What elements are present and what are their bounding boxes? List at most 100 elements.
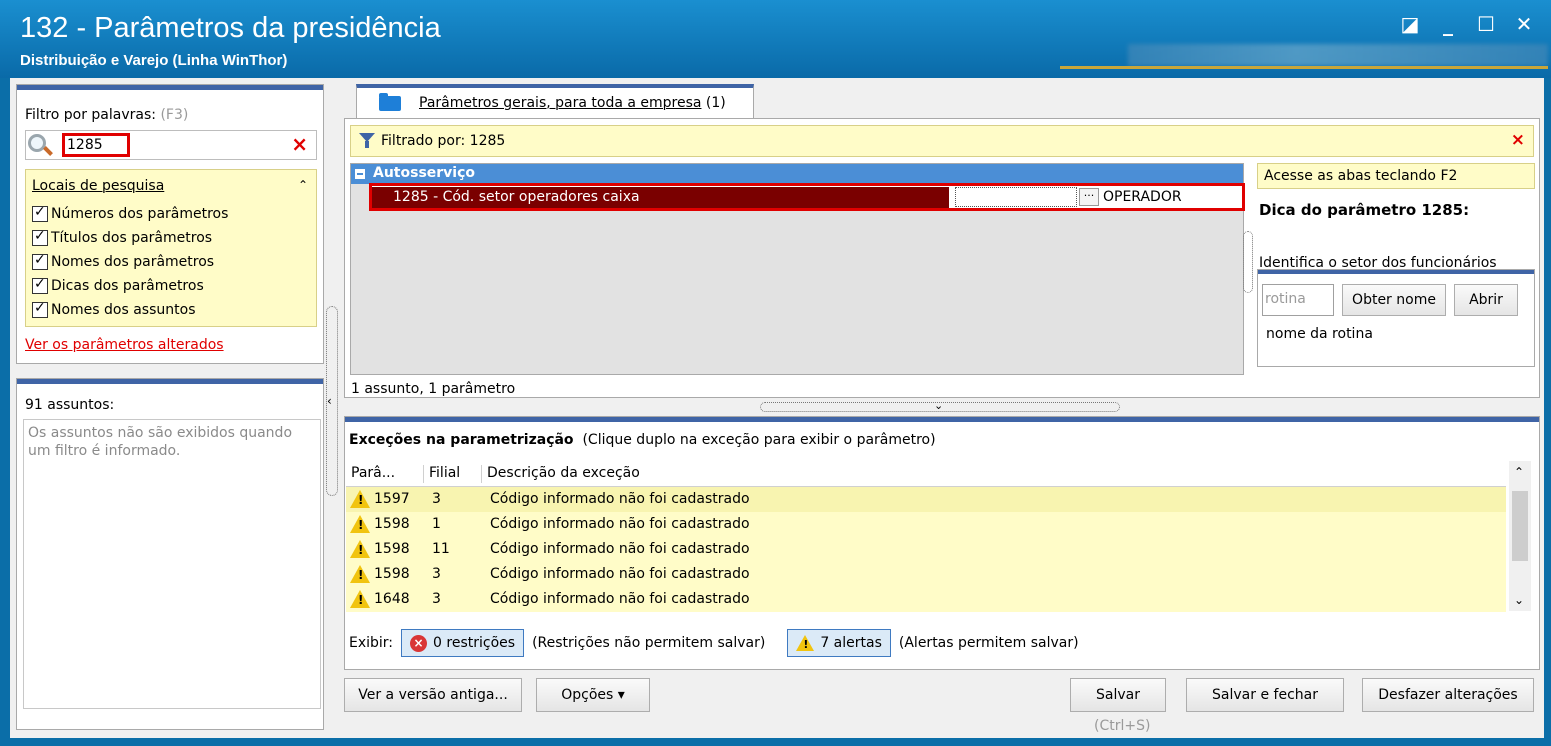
minimize-icon[interactable]: _ [1437, 12, 1459, 36]
checkbox-label: Dicas dos parâmetros [51, 278, 204, 294]
tip-splitter[interactable] [1243, 231, 1253, 293]
table-row[interactable]: 1597 3 Código informado não foi cadastra… [346, 487, 1506, 512]
table-row[interactable]: 1598 3 Código informado não foi cadastra… [346, 562, 1506, 587]
col-description[interactable]: Descrição da exceção [482, 465, 1502, 483]
group-header-autosservico[interactable]: Autosserviço [351, 164, 1243, 184]
cell-param: 1648 [374, 591, 410, 607]
subjects-count: 91 assuntos: [25, 397, 115, 413]
col-filial[interactable]: Filial [424, 465, 482, 483]
remove-filter-icon[interactable]: × [1511, 130, 1525, 150]
checkbox-label: Nomes dos assuntos [51, 302, 196, 318]
group-label: Autosserviço [373, 165, 476, 181]
panel-accent-bar [17, 379, 323, 384]
checkbox-assuntos[interactable]: Nomes dos assuntos [32, 300, 196, 318]
alerts-note: (Alertas permitem salvar) [898, 635, 1079, 651]
table-scrollbar[interactable]: ⌃ ⌄ [1509, 461, 1531, 611]
table-row[interactable]: 1598 11 Código informado não foi cadastr… [346, 537, 1506, 562]
cell-desc: Código informado não foi cadastrado [490, 491, 750, 507]
window-controls: ◪ _ ☐ ✕ [1399, 12, 1535, 36]
cell-filial: 3 [432, 491, 441, 507]
restrictions-toggle[interactable]: × 0 restrições [401, 629, 525, 657]
checkbox-label: Títulos dos parâmetros [51, 230, 213, 246]
cell-param: 1598 [374, 541, 410, 557]
rotina-name-label: nome da rotina [1266, 326, 1373, 342]
alerts-toggle[interactable]: 7 alertas [787, 629, 891, 657]
warning-icon [350, 490, 370, 508]
search-field[interactable]: 1285 × [25, 130, 317, 160]
alerts-label: 7 alertas [820, 635, 882, 651]
warning-icon [796, 635, 815, 651]
checkbox-nomes[interactable]: Nomes dos parâmetros [32, 252, 215, 270]
checkbox-icon[interactable] [32, 204, 48, 222]
params-grid[interactable]: Autosserviço 1285 - Cód. setor operadore… [350, 163, 1245, 375]
table-row[interactable]: 1598 1 Código informado não foi cadastra… [346, 512, 1506, 537]
changed-params-link[interactable]: Ver os parâmetros alterados [25, 337, 224, 353]
collapse-box-icon[interactable] [355, 169, 365, 179]
window-subtitle: Distribuição e Varejo (Linha WinThor) [20, 52, 288, 69]
scroll-up-icon[interactable]: ⌃ [1514, 465, 1524, 479]
tab-label: Parâmetros gerais, para toda a empresa (… [419, 95, 726, 111]
chevron-down-icon[interactable]: ⌄ [934, 399, 943, 412]
scroll-thumb[interactable] [1512, 491, 1528, 561]
filter-label-text: Filtro por palavras: [25, 107, 156, 123]
checkbox-icon[interactable] [32, 300, 48, 318]
checkbox-icon[interactable] [32, 276, 48, 294]
search-locations-title[interactable]: Locais de pesquisa [32, 178, 164, 194]
save-button[interactable]: Salvar [1070, 678, 1166, 712]
exceptions-title-text: Exceções na parametrização [349, 432, 574, 448]
title-bar: 132 - Parâmetros da presidência Distribu… [0, 0, 1551, 78]
cell-desc: Código informado não foi cadastrado [490, 566, 750, 582]
panel-accent-bar [345, 417, 1539, 422]
checkbox-dicas[interactable]: Dicas dos parâmetros [32, 276, 204, 294]
subjects-list[interactable]: Os assuntos não são exibidos quando um f… [23, 419, 321, 709]
client-area: Filtro por palavras: (F3) 1285 × Locais … [10, 78, 1544, 738]
search-icon [28, 134, 53, 158]
checkbox-label: Nomes dos parâmetros [51, 254, 215, 270]
panel-accent-bar [17, 85, 323, 90]
cell-desc: Código informado não foi cadastrado [490, 591, 750, 607]
tip-title: Dica do parâmetro 1285: [1259, 201, 1470, 219]
tabs-hint: Acesse as abas teclando F2 [1257, 163, 1535, 189]
tab-general-params[interactable]: Parâmetros gerais, para toda a empresa (… [356, 84, 754, 120]
undo-button[interactable]: Desfazer alterações [1362, 678, 1534, 712]
exceptions-title: Exceções na parametrização (Clique duplo… [349, 432, 936, 448]
exceptions-subtitle: (Clique duplo na exceção para exibir o p… [582, 432, 936, 448]
obter-nome-button[interactable]: Obter nome [1342, 284, 1446, 316]
old-version-button[interactable]: Ver a versão antiga... [344, 678, 522, 712]
clear-filter-icon[interactable]: × [291, 132, 308, 156]
exibir-row: Exibir: × 0 restrições (Restrições não p… [349, 629, 1079, 657]
checkbox-icon[interactable] [32, 252, 48, 270]
tab-count: (1) [705, 95, 726, 111]
save-close-button[interactable]: Salvar e fechar [1186, 678, 1344, 712]
cell-desc: Código informado não foi cadastrado [490, 541, 750, 557]
close-icon[interactable]: ✕ [1513, 12, 1535, 36]
grid-status: 1 assunto, 1 parâmetro [351, 381, 516, 397]
cell-filial: 3 [432, 566, 441, 582]
rotina-input[interactable]: rotina [1262, 284, 1334, 316]
checkbox-titulos[interactable]: Títulos dos parâmetros [32, 228, 213, 246]
table-row[interactable]: 1648 3 Código informado não foi cadastra… [346, 587, 1506, 612]
filter-panel: Filtro por palavras: (F3) 1285 × Locais … [16, 84, 324, 364]
chevron-left-icon[interactable]: ‹ [327, 394, 332, 408]
error-icon: × [410, 634, 428, 652]
cell-param: 1598 [374, 516, 410, 532]
cell-param: 1597 [374, 491, 410, 507]
checkbox-numeros[interactable]: Números dos parâmetros [32, 204, 228, 222]
blurred-user-info [1128, 44, 1548, 66]
folder-icon [379, 93, 401, 111]
collapse-chevron-icon[interactable]: ⌃ [298, 178, 308, 192]
highlight-outline [369, 183, 1245, 211]
checkbox-icon[interactable] [32, 228, 48, 246]
search-locations-box: Locais de pesquisa ⌃ Números dos parâmet… [25, 169, 317, 327]
maximize-icon[interactable]: ☐ [1475, 12, 1497, 36]
warning-icon [350, 565, 370, 583]
search-input[interactable]: 1285 [62, 133, 130, 157]
cell-filial: 3 [432, 591, 441, 607]
options-button[interactable]: Opções ▾ [536, 678, 650, 712]
restrictions-note: (Restrições não permitem salvar) [532, 635, 766, 651]
restore-window-icon[interactable]: ◪ [1399, 12, 1421, 36]
warning-icon [350, 590, 370, 608]
scroll-down-icon[interactable]: ⌄ [1514, 593, 1524, 607]
col-param[interactable]: Parâ... [346, 465, 424, 483]
abrir-button[interactable]: Abrir [1454, 284, 1518, 316]
